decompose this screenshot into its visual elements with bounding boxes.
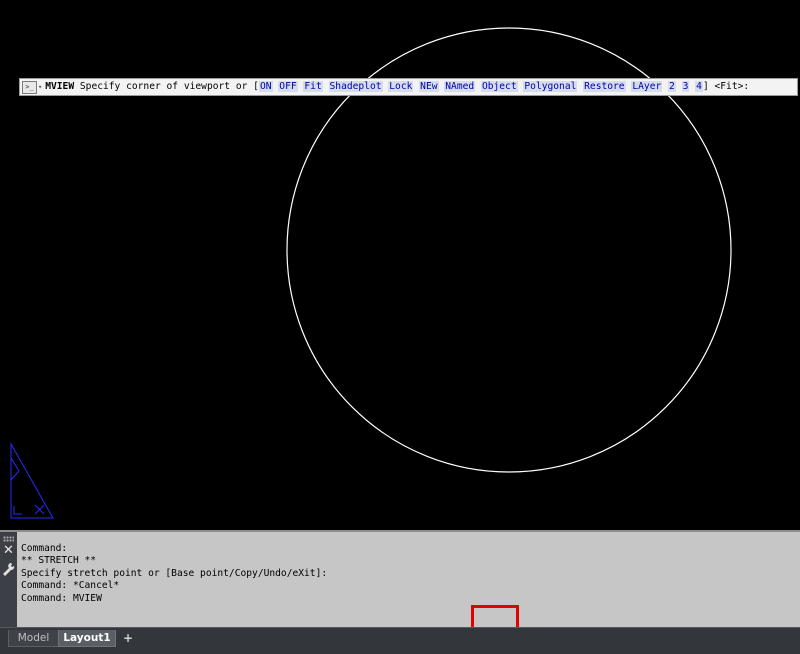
close-icon[interactable]: ✕ bbox=[2, 544, 15, 558]
option-3[interactable]: 3 bbox=[681, 81, 690, 92]
option-new[interactable]: NEw bbox=[419, 81, 439, 92]
command-prompt-button-icon[interactable]: >_ bbox=[22, 81, 37, 94]
option-4[interactable]: 4 bbox=[695, 81, 703, 92]
history-line: ** STRETCH ** bbox=[21, 555, 97, 567]
tab-model[interactable]: Model bbox=[8, 630, 59, 647]
option-fit[interactable]: Fit bbox=[303, 81, 323, 92]
option-2[interactable]: 2 bbox=[668, 81, 676, 92]
command-line-panel: ✕ Command: ** STRETCH ** Specify stretch p… bbox=[0, 530, 800, 629]
history-line: Command: bbox=[21, 543, 68, 554]
history-line: Command: *Cancel* bbox=[21, 580, 120, 592]
layout-tab-bar: Model Layout1 + bbox=[0, 627, 800, 654]
option-polygonal[interactable]: Polygonal bbox=[523, 81, 578, 92]
ucs-icon bbox=[10, 442, 54, 519]
option-lock[interactable]: Lock bbox=[388, 81, 414, 92]
option-shadeplot[interactable]: Shadeplot bbox=[328, 81, 383, 92]
command-line-sidebar: ✕ bbox=[0, 532, 17, 629]
add-layout-button[interactable]: + bbox=[120, 630, 136, 646]
history-line: Specify stretch point or [Base point/Cop… bbox=[21, 567, 328, 579]
wrench-icon[interactable] bbox=[2, 562, 15, 578]
option-on[interactable]: ON bbox=[258, 81, 273, 92]
command-history: Command: ** STRETCH ** Specify stretch poi… bbox=[21, 543, 791, 605]
command-input-field[interactable]: >_ ▾ MVIEW Specify corner of viewport or [… bbox=[19, 78, 798, 96]
history-line: Command: MVIEW bbox=[21, 592, 102, 604]
chevron-down-icon[interactable]: ▾ bbox=[38, 79, 42, 95]
command-default-suffix: ] <Fit>: bbox=[702, 81, 750, 92]
option-restore[interactable]: Restore bbox=[583, 81, 626, 92]
option-object[interactable]: Object bbox=[480, 81, 518, 92]
option-off[interactable]: OFF bbox=[278, 81, 298, 92]
option-named[interactable]: NAmed bbox=[444, 81, 476, 92]
command-name: MVIEW bbox=[45, 81, 75, 92]
grip-handle-icon[interactable] bbox=[3, 536, 14, 542]
tab-layout1[interactable]: Layout1 bbox=[58, 630, 116, 647]
command-prompt-text: Specify corner of viewport or [ bbox=[79, 81, 259, 92]
command-options: ON OFF Fit Shadeplot Lock NEw NAmed Obje… bbox=[258, 81, 703, 92]
option-layer[interactable]: LAyer bbox=[631, 81, 663, 92]
